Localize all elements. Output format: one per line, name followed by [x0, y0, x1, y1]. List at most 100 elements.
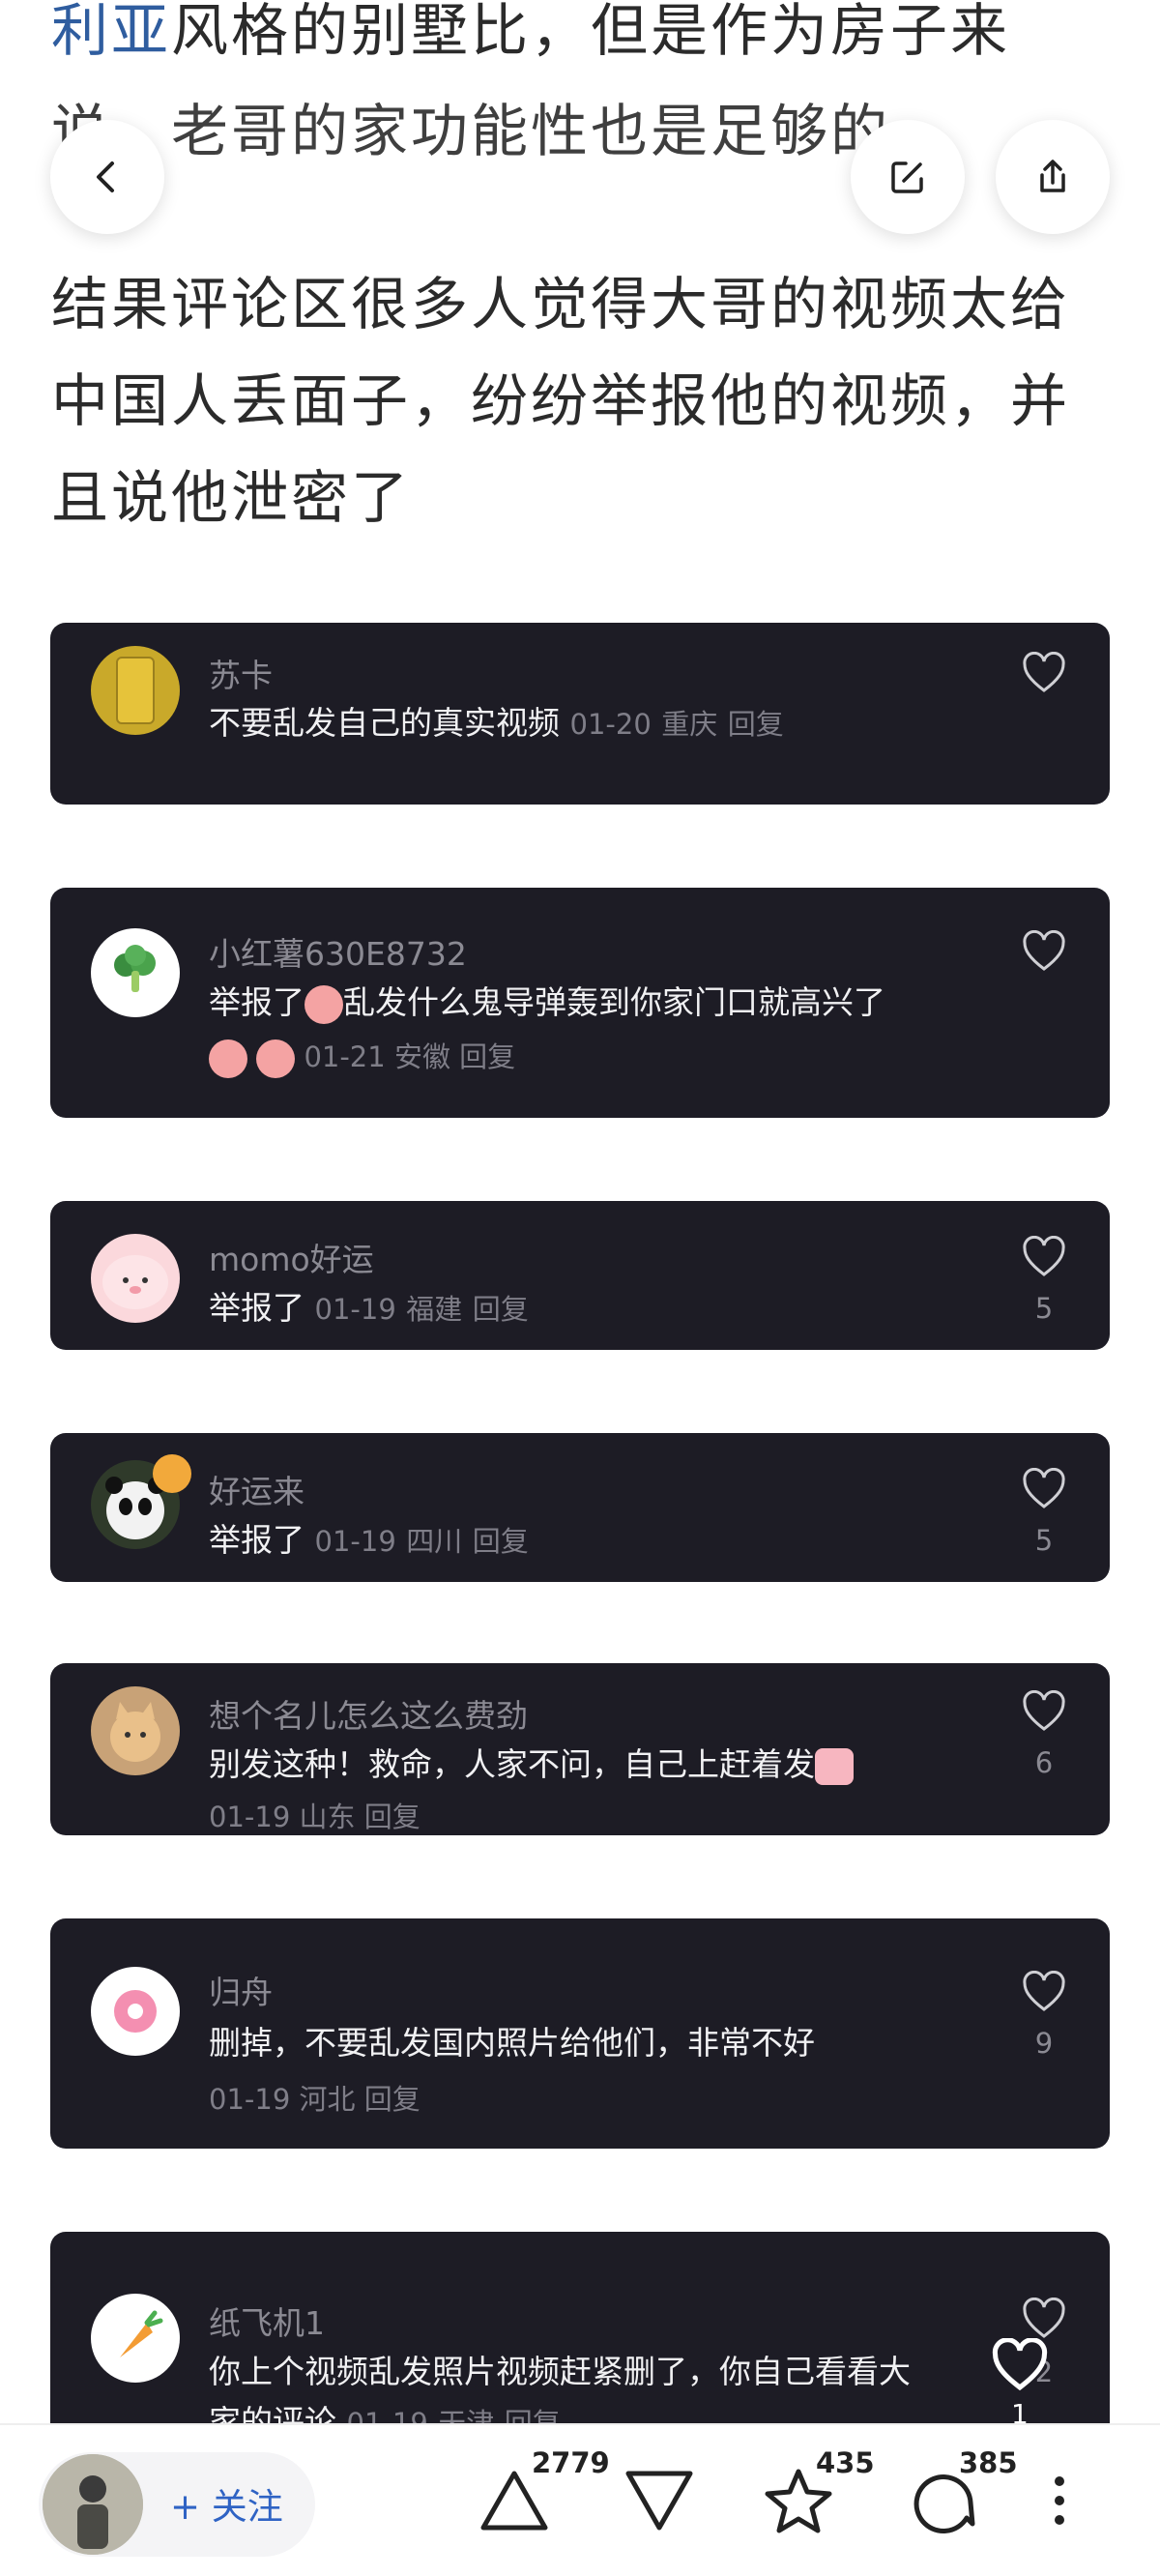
more-icon	[1055, 2476, 1064, 2525]
comment-date: 01-20	[569, 708, 652, 741]
article-para-line: 且说他泄密了	[51, 464, 412, 531]
comment-body: 不要乱发自己的真实视频	[209, 704, 560, 742]
downvote-button[interactable]	[623, 2464, 710, 2551]
like-count: 5	[1034, 1292, 1054, 1325]
share-icon	[1040, 160, 1065, 192]
comment-username[interactable]: 想个名儿怎么这么费劲	[209, 1690, 528, 1737]
avatar[interactable]	[91, 928, 180, 1017]
comment-body: 删掉，不要乱发国内照片给他们，非常不好	[209, 2024, 815, 2062]
heart-icon[interactable]	[1021, 2298, 1067, 2340]
comment-card: 小红薯630E8732 举报了 乱发什么鬼导弹轰到你家门口就高兴了 01-21 安…	[50, 888, 1110, 1118]
emoji-icon	[209, 1039, 247, 1078]
comment-meta: 01-19 河北 回复	[209, 2077, 420, 2118]
comment-body: 举报了	[209, 1289, 304, 1327]
comment-body-continued: 乱发什么鬼导弹轰到你家门口就高兴了	[343, 983, 885, 1021]
comment-region: 河北	[299, 2083, 356, 2116]
comment-region: 山东	[299, 1800, 356, 1833]
carrot-icon	[120, 2310, 163, 2357]
comment-username[interactable]: 小红薯630E8732	[209, 928, 467, 975]
reply-button[interactable]: 回复	[364, 1800, 420, 1833]
comment-text[interactable]: 举报了 乱发什么鬼导弹轰到你家门口就高兴了	[209, 977, 885, 1029]
comment-username[interactable]: 好运来	[209, 1466, 304, 1512]
comment-meta: 01-19 山东 回复	[209, 1795, 420, 1835]
comment-region: 安徽	[393, 1040, 450, 1073]
avatar[interactable]	[91, 1967, 180, 2056]
avatar[interactable]	[91, 646, 180, 735]
heart-icon[interactable]	[1021, 1690, 1067, 1733]
donut-icon	[114, 1990, 157, 2033]
like-count: 6	[1034, 1746, 1054, 1779]
comment-body: 别发这种！救命，人家不问，自己上赶着发	[209, 1745, 815, 1783]
person-avatar-icon	[43, 2454, 143, 2555]
article-line-top-2: 说，老哥的家功能性也是足够的	[51, 98, 891, 164]
comment-region: 福建	[406, 1293, 463, 1326]
comment-body: 举报了	[209, 1521, 304, 1559]
cartoon-avatar-icon	[102, 1255, 168, 1309]
like-count: 9	[1034, 2027, 1054, 2060]
broccoli-icon	[114, 945, 156, 992]
heart-icon[interactable]	[1021, 1236, 1067, 1278]
reply-button[interactable]: 回复	[473, 1525, 529, 1558]
heart-icon[interactable]	[1021, 652, 1067, 694]
avatar[interactable]	[91, 2294, 180, 2383]
comment-date: 01-19	[209, 1800, 291, 1833]
bottom-bar: + 关注 2779 435 385	[0, 2423, 1160, 2576]
comment-meta: 01-21 安徽 回复	[209, 1035, 515, 1078]
comment-body: 你上个视频乱发照片视频赶紧删了，你自己看看大	[209, 2353, 911, 2390]
comment-text[interactable]: 不要乱发自己的真实视频 01-20 重庆 回复	[209, 697, 784, 750]
comment-username[interactable]: momo好运	[209, 1234, 374, 1280]
badge-icon	[153, 1454, 191, 1493]
comment-text[interactable]: 删掉，不要乱发国内照片给他们，非常不好	[209, 2017, 815, 2069]
article-line-top: 利亚风格的别墅比，但是作为房子来	[51, 0, 1010, 79]
comment-region: 重庆	[661, 708, 718, 741]
edit-button[interactable]	[851, 120, 965, 234]
comment-card: momo好运 举报了 01-19 福建 回复 5	[50, 1201, 1110, 1350]
comment-text[interactable]: 别发这种！救命，人家不问，自己上赶着发	[209, 1739, 854, 1791]
star-count: 435	[816, 2446, 875, 2479]
edit-icon	[891, 161, 923, 193]
comment-body: 举报了	[209, 983, 304, 1021]
comment-username[interactable]: 苏卡	[209, 650, 273, 696]
avatar[interactable]	[91, 1234, 180, 1323]
comment-card: 好运来 举报了 01-19 四川 回复 5	[50, 1433, 1110, 1582]
comment-text[interactable]: 举报了 01-19 福建 回复	[209, 1282, 529, 1335]
comment-username[interactable]: 纸飞机1	[209, 2298, 325, 2344]
comment-text[interactable]: 你上个视频乱发照片视频赶紧删了，你自己看看大	[209, 2346, 911, 2398]
comment-date: 01-19	[209, 2083, 291, 2116]
follow-button[interactable]: + 关注	[170, 2477, 283, 2530]
like-count: 5	[1034, 1524, 1054, 1557]
heart-icon[interactable]	[1021, 1468, 1067, 1510]
comment-date: 01-19	[314, 1293, 396, 1326]
reply-button[interactable]: 回复	[473, 1293, 529, 1326]
comment-text[interactable]: 举报了 01-19 四川 回复	[209, 1514, 529, 1567]
reply-button[interactable]: 回复	[728, 708, 784, 741]
article-paragraph: 结果评论区很多人觉得大哥的视频太给 中国人丢面子，纷纷举报他的视频，并 且说他泄…	[51, 256, 1070, 546]
heart-icon[interactable]	[1021, 1971, 1067, 2013]
more-button[interactable]	[1050, 2464, 1085, 2551]
comment-card: 苏卡 不要乱发自己的真实视频 01-20 重庆 回复	[50, 623, 1110, 805]
emoji-icon	[815, 1747, 854, 1785]
reply-button[interactable]: 回复	[459, 1040, 515, 1073]
heart-icon[interactable]	[1021, 930, 1067, 973]
comment-username[interactable]: 归舟	[209, 1967, 273, 2013]
comment-date: 01-21	[304, 1040, 386, 1073]
article-link[interactable]: 利亚	[51, 0, 171, 64]
avatar[interactable]	[91, 1686, 180, 1775]
floating-heart-icon[interactable]	[990, 2338, 1050, 2392]
comment-count: 385	[959, 2446, 1018, 2479]
emoji-icon	[304, 984, 343, 1024]
comment-card: 归舟 删掉，不要乱发国内照片给他们，非常不好 01-19 河北 回复 9	[50, 1918, 1110, 2149]
back-icon	[97, 161, 114, 192]
article-line-top-text: 风格的别墅比，但是作为房子来	[171, 0, 1011, 64]
article-para-line: 中国人丢面子，纷纷举报他的视频，并	[51, 367, 1071, 434]
share-button[interactable]	[996, 120, 1110, 234]
reply-button[interactable]: 回复	[364, 2083, 420, 2116]
author-avatar[interactable]	[43, 2454, 143, 2555]
comment-card: 想个名儿怎么这么费劲 别发这种！救命，人家不问，自己上赶着发 01-19 山东 …	[50, 1663, 1110, 1835]
comment-date: 01-19	[314, 1525, 396, 1558]
upvote-count: 2779	[532, 2446, 610, 2479]
downvote-icon	[625, 2471, 693, 2531]
article-para-line: 结果评论区很多人觉得大哥的视频太给	[51, 271, 1071, 337]
emoji-icon	[256, 1039, 296, 1078]
back-button[interactable]	[50, 120, 164, 234]
